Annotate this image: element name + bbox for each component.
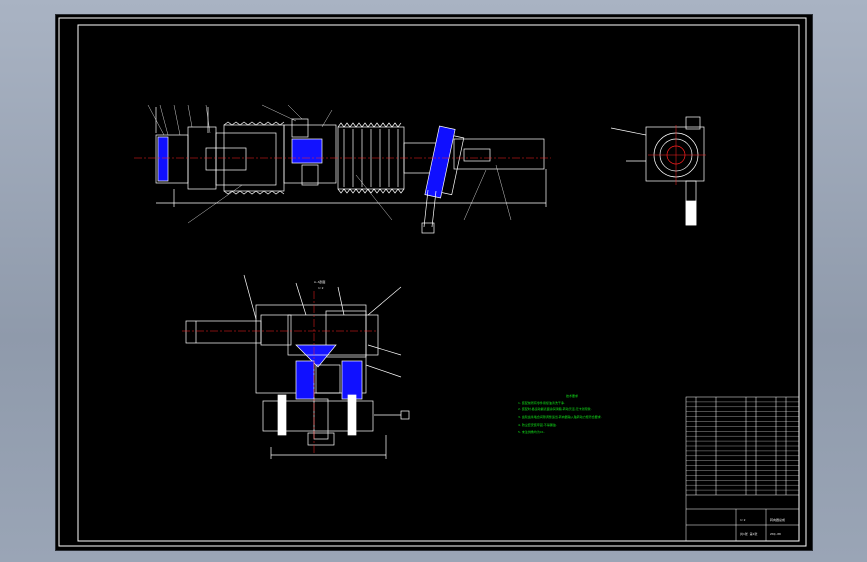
sheet-outer-frame [58,17,807,547]
bom-row-lines [686,401,799,491]
section-view [185,274,410,459]
tech-req-line-1: 1. 装配前所有零件用煤油清洗干净. [518,400,565,405]
tech-req-line-2: 2. 装配时,各运动副表面涂润滑脂,转动灵活,无卡滞现象. [518,406,592,411]
tech-req-line-4: 4. 防尘套安装牢固,不得漏油. [518,422,557,427]
end-view [610,116,705,226]
title-scale: 1:2 [740,518,746,522]
tech-req-line-3: 3. 齿轮齿条啮合间隙调整适当,转向器输入轴转动力矩符合要求. [518,414,602,419]
main-view-rack [155,107,547,234]
tie-rod-end-hatch [424,125,456,199]
section-label: A-A剖面 [314,279,325,284]
title-drawing-no: ZXQ-00 [770,532,781,536]
assembly-drawing: A-A剖面 1:2 技术要求 1. 装配前所有零件用煤油清洗干净. 2. 装配时… [58,17,807,547]
center-hatch [291,138,323,164]
tech-req-title: 技术要求 [566,393,578,398]
cad-model-space[interactable]: A-A剖面 1:2 技术要求 1. 装配前所有零件用煤油清洗干净. 2. 装配时… [55,14,813,551]
tech-req-line-5: 5. 未注倒角均为C1. [518,429,545,434]
sheet-inner-frame [77,24,800,542]
balloon-leaders [147,104,512,224]
title-sheet: 共1张 第1张 [740,531,757,536]
title-drawing-name: 转向器总成 [770,517,785,522]
housing-hatch-left [157,136,169,182]
section-scale: 1:2 [318,286,324,290]
